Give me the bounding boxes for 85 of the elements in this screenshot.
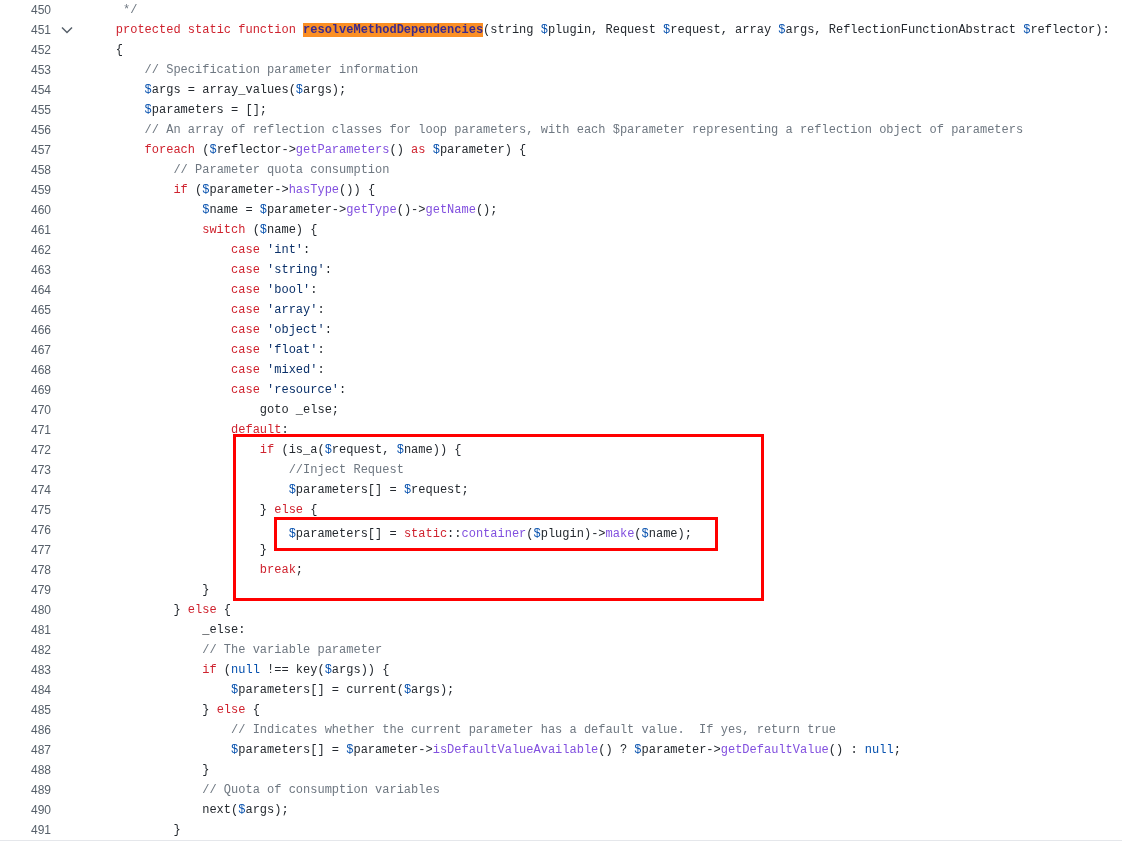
code-line: } else { <box>173 602 232 619</box>
line-number: 454 <box>29 82 51 99</box>
line-number: 481 <box>29 622 51 639</box>
code-line: next($args); <box>202 802 289 819</box>
line-number: 461 <box>29 222 51 239</box>
line-number: 486 <box>29 722 51 739</box>
code-line: // Parameter quota consumption <box>173 162 390 179</box>
code-line: } <box>202 762 210 779</box>
line-number: 469 <box>29 382 51 399</box>
code-line: protected static function resolveMethodDependencies(string $plugin, Request $request, array $args, ReflectionFunctionAbstract $reflector): <box>115 22 1110 39</box>
line-number: 475 <box>29 502 51 519</box>
line-number: 489 <box>29 782 51 799</box>
code-line: if (null !== key($args)) { <box>202 662 390 679</box>
line-number: 478 <box>29 562 51 579</box>
line-number: 466 <box>29 322 51 339</box>
code-line: $parameters[] = current($args); <box>231 682 455 699</box>
code-line: switch ($name) { <box>202 222 318 239</box>
line-number: 483 <box>29 662 51 679</box>
code-line: // Specification parameter information <box>144 62 419 79</box>
code-line: case 'string': <box>231 262 332 279</box>
line-number: 451 <box>29 22 51 39</box>
code-line: */ <box>123 2 138 19</box>
line-number: 468 <box>29 362 51 379</box>
line-number: 490 <box>29 802 51 819</box>
line-number: 487 <box>29 742 51 759</box>
line-number: 472 <box>29 442 51 459</box>
code-line: case 'float': <box>231 342 325 359</box>
code-line: case 'bool': <box>231 282 318 299</box>
code-line: case 'int': <box>231 242 311 259</box>
code-line: } <box>173 822 181 839</box>
code-line: //Inject Request <box>288 462 404 479</box>
code-line: // The variable parameter <box>202 642 383 659</box>
code-line: if ($parameter->hasType()) { <box>173 182 376 199</box>
line-number: 470 <box>29 402 51 419</box>
code-line: $parameters[] = $parameter->isDefaultValueAvailable() ? $parameter->getDefaultValue() : null; <box>231 742 901 759</box>
code-line: $parameters[] = $request; <box>288 482 469 499</box>
line-number: 450 <box>29 2 51 19</box>
code-line: case 'array': <box>231 302 325 319</box>
code-line: default: <box>231 422 289 439</box>
code-line: { <box>115 42 123 59</box>
line-number: 485 <box>29 702 51 719</box>
code-line: case 'mixed': <box>231 362 325 379</box>
code-line: goto _else; <box>259 402 340 419</box>
code-line: // Indicates whether the current parameter has a default value. If yes, return true <box>231 722 836 739</box>
code-line: if (is_a($request, $name)) { <box>259 442 462 459</box>
code-line: foreach ($reflector->getParameters() as $parameter) { <box>144 142 527 159</box>
line-number: 480 <box>29 602 51 619</box>
line-number: 459 <box>29 182 51 199</box>
code-line: $parameters = []; <box>144 102 268 119</box>
line-number: 484 <box>29 682 51 699</box>
code-line: case 'object': <box>231 322 332 339</box>
code-line: break; <box>259 562 304 579</box>
line-number: 477 <box>29 542 51 559</box>
code-line: // Quota of consumption variables <box>202 782 440 799</box>
line-number: 463 <box>29 262 51 279</box>
code-line: } <box>202 582 210 599</box>
line-number: 455 <box>29 102 51 119</box>
line-number: 476 <box>29 522 51 539</box>
chevron-down-icon[interactable] <box>61 26 73 34</box>
line-number: 460 <box>29 202 51 219</box>
code-line: case 'resource': <box>231 382 347 399</box>
line-number: 452 <box>29 42 51 59</box>
line-number: 453 <box>29 62 51 79</box>
line-number: 456 <box>29 122 51 139</box>
line-number: 464 <box>29 282 51 299</box>
line-number: 491 <box>29 822 51 839</box>
code-line: } else { <box>259 502 318 519</box>
line-number: 488 <box>29 762 51 779</box>
line-number: 467 <box>29 342 51 359</box>
line-number: 474 <box>29 482 51 499</box>
line-number: 471 <box>29 422 51 439</box>
line-number: 482 <box>29 642 51 659</box>
code-line: } else { <box>202 702 260 719</box>
line-number: 465 <box>29 302 51 319</box>
code-line: $name = $parameter->getType()->getName(); <box>202 202 498 219</box>
code-line: } <box>259 542 268 559</box>
line-number: 479 <box>29 582 51 599</box>
code-line: _else: <box>202 622 246 639</box>
line-number: 458 <box>29 162 51 179</box>
code-line: // An array of reflection classes for loop parameters, with each $parameter representing a reflection object of parameters <box>144 122 1024 139</box>
code-line: $parameters[] = static::container($plugin)->make($name); <box>288 526 692 543</box>
line-number: 473 <box>29 462 51 479</box>
code-line: $args = array_values($args); <box>144 82 347 99</box>
line-number: 457 <box>29 142 51 159</box>
line-number: 462 <box>29 242 51 259</box>
